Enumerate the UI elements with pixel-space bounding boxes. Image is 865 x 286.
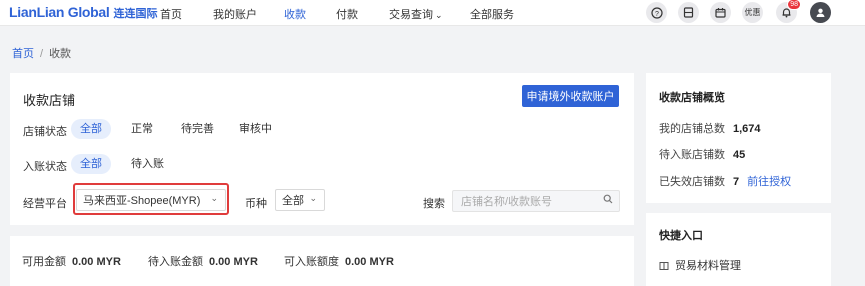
nav-transaction-query[interactable]: 交易查询 ⌄ [389,6,443,22]
store-status-reviewing[interactable]: 审核中 [230,119,281,139]
total-stores-value: 1,674 [733,123,761,135]
apply-overseas-account-button[interactable]: 申请境外收款账户 [522,85,619,107]
search-icon[interactable] [603,194,613,207]
total-stores-label: 我的店铺总数 [659,123,725,135]
store-overview-card: 收款店铺概览 我的店铺总数 1,674 待入账店铺数 45 已失效店铺数 7 前往授权 [646,73,831,203]
coupon-icon[interactable]: 优惠 [742,2,763,23]
collection-stores-card: 收款店铺 申请境外收款账户 店铺状态 全部 正常 待完善 审核中 入账状态 全部… [10,73,634,225]
document-icon[interactable] [678,2,699,23]
nav-transaction-query-label: 交易查询 [389,9,433,21]
account-status-label: 入账状态 [23,161,67,173]
store-status-all[interactable]: 全部 [71,119,111,139]
pending-stores-value: 45 [733,149,746,161]
logo-text-cn: 连连国际 [113,8,158,20]
nav-collection[interactable]: 收款 [284,6,306,22]
balance-summary-card: 可用金额 0.00 MYR 待入账金额 0.00 MYR 可入账额度 0.00 MYR [10,236,634,286]
notification-badge: 98 [787,0,801,10]
expired-stores-row: 已失效店铺数 7 前往授权 [659,173,791,189]
currency-label: 币种 [245,198,267,210]
search-placeholder: 店铺名称/收款账号 [461,196,553,208]
quick-entry-card: 快捷入口 贸易材料管理 [646,213,831,286]
nav-all-services[interactable]: 全部服务 [470,6,514,22]
quick-entry-label: 贸易材料管理 [675,260,741,272]
quick-entry-title: 快捷入口 [659,230,703,242]
calendar-icon[interactable] [710,2,731,23]
nav-home[interactable]: 首页 [160,6,182,22]
search-label: 搜索 [423,198,445,210]
available-amount: 可用金额 0.00 MYR [22,253,121,269]
top-nav: LianLian Global 连连国际 首页 我的账户 收款 付款 交易查询 ⌄… [0,0,865,26]
currency-select-value: 全部 [282,195,304,207]
account-status-pending[interactable]: 待入账 [122,154,173,174]
account-status-all[interactable]: 全部 [71,154,111,174]
pending-amount: 待入账金额 0.00 MYR [148,253,258,269]
authorize-link[interactable]: 前往授权 [747,176,791,188]
expired-stores-label: 已失效店铺数 [659,176,725,188]
expired-stores-value: 7 [733,176,740,188]
credit-limit-value: 0.00 MYR [345,256,394,268]
pending-amount-value: 0.00 MYR [209,256,258,268]
breadcrumb-current: 收款 [49,48,72,60]
book-icon [659,261,669,271]
nav-payment[interactable]: 付款 [336,6,358,22]
chevron-down-icon: ⌄ [435,10,443,20]
platform-label: 经营平台 [23,198,67,210]
store-status-incomplete[interactable]: 待完善 [172,119,223,139]
chevron-down-icon: ⌄ [309,193,317,203]
svg-text:?: ? [655,10,659,17]
currency-select[interactable]: 全部 ⌄ [275,189,325,211]
pending-stores-label: 待入账店铺数 [659,149,725,161]
credit-limit: 可入账额度 0.00 MYR [284,253,394,269]
page-title: 收款店铺 [23,93,76,108]
bell-icon[interactable]: 98 [776,0,801,23]
credit-limit-label: 可入账额度 [284,256,339,268]
logo[interactable]: LianLian Global 连连国际 [9,4,158,22]
pending-stores-row: 待入账店铺数 45 [659,146,745,162]
breadcrumb-home[interactable]: 首页 [12,48,34,60]
overview-title: 收款店铺概览 [659,92,725,104]
quick-entry-trade-materials[interactable]: 贸易材料管理 [659,257,741,273]
coupon-label: 优惠 [744,8,761,17]
pending-amount-label: 待入账金额 [148,256,203,268]
available-amount-value: 0.00 MYR [72,256,121,268]
user-icon[interactable] [810,2,831,23]
available-amount-label: 可用金额 [22,256,66,268]
nav-my-account[interactable]: 我的账户 [213,6,257,22]
help-icon[interactable]: ? [646,2,667,23]
breadcrumb: 首页 / 收款 [12,45,71,61]
store-status-label: 店铺状态 [23,126,67,138]
store-status-normal[interactable]: 正常 [122,119,162,139]
breadcrumb-separator: / [40,48,44,60]
total-stores-row: 我的店铺总数 1,674 [659,120,761,136]
logo-text: LianLian Global [9,4,110,20]
search-input[interactable]: 店铺名称/收款账号 [452,190,620,212]
highlight-box [73,183,229,215]
